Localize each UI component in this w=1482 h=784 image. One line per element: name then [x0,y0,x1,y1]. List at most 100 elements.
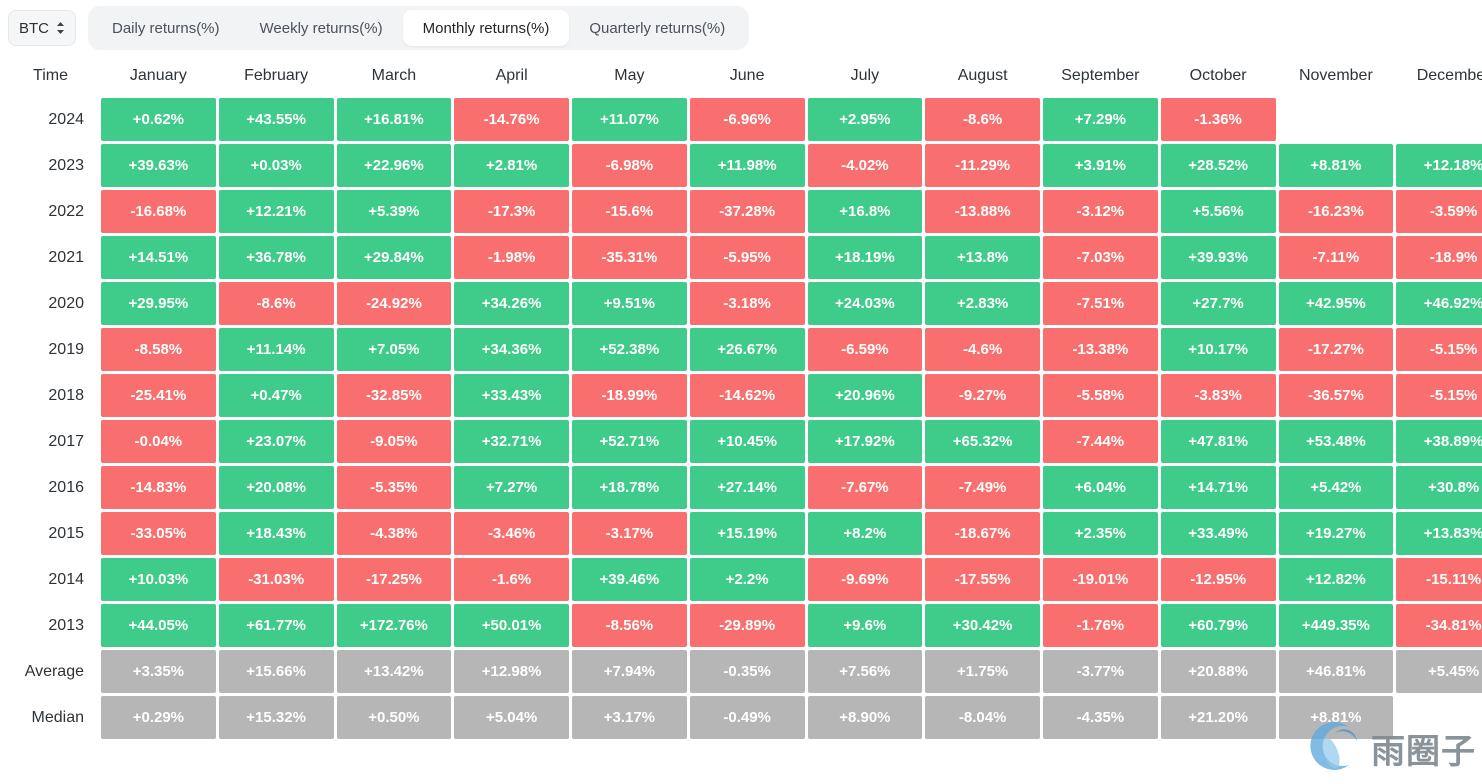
column-header-july: July [808,57,923,95]
return-cell: +42.95% [1279,282,1394,325]
return-cell: -6.96% [690,98,805,141]
return-cell: +26.67% [690,328,805,371]
return-cell: -1.76% [1043,604,1158,647]
return-cell: +13.42% [337,650,452,693]
return-cell: +39.46% [572,558,687,601]
return-cell: +39.93% [1161,236,1276,279]
return-cell: +0.62% [101,98,216,141]
return-cell: +20.08% [219,466,334,509]
return-cell: +15.32% [219,696,334,739]
return-cell: +11.14% [219,328,334,371]
return-cell: +65.32% [925,420,1040,463]
row-label-2016: 2016 [3,466,98,509]
column-header-november: November [1279,57,1394,95]
return-cell [1396,98,1482,141]
return-cell: +12.82% [1279,558,1394,601]
tab-monthly[interactable]: Monthly returns(%) [403,10,570,46]
tab-weekly[interactable]: Weekly returns(%) [240,10,403,46]
return-cell: -32.85% [337,374,452,417]
monthly-returns-page: BTC Daily returns(%)Weekly returns(%)Mon… [0,0,1482,784]
return-cell: +50.01% [454,604,569,647]
return-cell: +44.05% [101,604,216,647]
return-cell: -14.76% [454,98,569,141]
column-header-february: February [219,57,334,95]
return-cell: +7.29% [1043,98,1158,141]
return-cell: -8.58% [101,328,216,371]
table-row: 2018-25.41%+0.47%-32.85%+33.43%-18.99%-1… [3,374,1482,417]
return-cell: +34.26% [454,282,569,325]
return-cell: +7.56% [808,650,923,693]
return-cell: +23.07% [219,420,334,463]
return-cell: +2.83% [925,282,1040,325]
return-cell: +0.29% [101,696,216,739]
return-cell: +12.18% [1396,144,1482,187]
return-cell: -1.6% [454,558,569,601]
return-cell: +18.43% [219,512,334,555]
column-header-march: March [337,57,452,95]
return-cell: -9.69% [808,558,923,601]
return-cell: -7.44% [1043,420,1158,463]
return-cell: -31.03% [219,558,334,601]
row-label-2015: 2015 [3,512,98,555]
table-row: 2017-0.04%+23.07%-9.05%+32.71%+52.71%+10… [3,420,1482,463]
return-cell: +20.96% [808,374,923,417]
return-cell: +52.38% [572,328,687,371]
tab-quarterly[interactable]: Quarterly returns(%) [569,10,745,46]
return-cell: +24.03% [808,282,923,325]
return-cell: -13.38% [1043,328,1158,371]
row-label-2024: 2024 [3,98,98,141]
column-header-time: Time [3,57,98,95]
return-cell: +172.76% [337,604,452,647]
row-label-2021: 2021 [3,236,98,279]
return-cell: -4.38% [337,512,452,555]
return-cell: -3.12% [1043,190,1158,233]
return-cell: -25.41% [101,374,216,417]
return-cell: +449.35% [1279,604,1394,647]
row-label-median: Median [3,696,98,739]
table-row: 2013+44.05%+61.77%+172.76%+50.01%-8.56%-… [3,604,1482,647]
symbol-selector[interactable]: BTC [8,10,76,46]
column-header-september: September [1043,57,1158,95]
table-row: 2024+0.62%+43.55%+16.81%-14.76%+11.07%-6… [3,98,1482,141]
return-cell: -1.98% [454,236,569,279]
return-cell: +2.81% [454,144,569,187]
table-row: 2015-33.05%+18.43%-4.38%-3.46%-3.17%+15.… [3,512,1482,555]
return-cell: +47.81% [1161,420,1276,463]
return-cell [1279,98,1394,141]
return-cell: +3.17% [572,696,687,739]
return-cell: +5.45% [1396,650,1482,693]
tab-daily[interactable]: Daily returns(%) [92,10,240,46]
row-label-2018: 2018 [3,374,98,417]
return-cell: -36.57% [1279,374,1394,417]
return-cell: +13.8% [925,236,1040,279]
return-cell: -5.15% [1396,328,1482,371]
return-cell: +30.42% [925,604,1040,647]
return-cell: +33.49% [1161,512,1276,555]
return-cell: +2.2% [690,558,805,601]
return-cell: -9.27% [925,374,1040,417]
return-cell: -33.05% [101,512,216,555]
return-cell: +20.88% [1161,650,1276,693]
return-cell: +11.07% [572,98,687,141]
return-cell: +15.19% [690,512,805,555]
table-body: 2024+0.62%+43.55%+16.81%-14.76%+11.07%-6… [3,98,1482,739]
return-cell: -3.59% [1396,190,1482,233]
return-cell: -16.23% [1279,190,1394,233]
return-cell: +14.51% [101,236,216,279]
return-cell: -8.6% [925,98,1040,141]
return-cell: -17.25% [337,558,452,601]
return-cell: +33.43% [454,374,569,417]
table-row: 2016-14.83%+20.08%-5.35%+7.27%+18.78%+27… [3,466,1482,509]
return-cell: +60.79% [1161,604,1276,647]
return-cell: -7.49% [925,466,1040,509]
column-header-october: October [1161,57,1276,95]
return-cell: -4.6% [925,328,1040,371]
row-label-2017: 2017 [3,420,98,463]
return-cell: -29.89% [690,604,805,647]
return-cell: -7.03% [1043,236,1158,279]
table-row: 2014+10.03%-31.03%-17.25%-1.6%+39.46%+2.… [3,558,1482,601]
column-header-december: December [1396,57,1482,95]
return-cell: -16.68% [101,190,216,233]
return-cell: +10.45% [690,420,805,463]
return-cell: -0.35% [690,650,805,693]
